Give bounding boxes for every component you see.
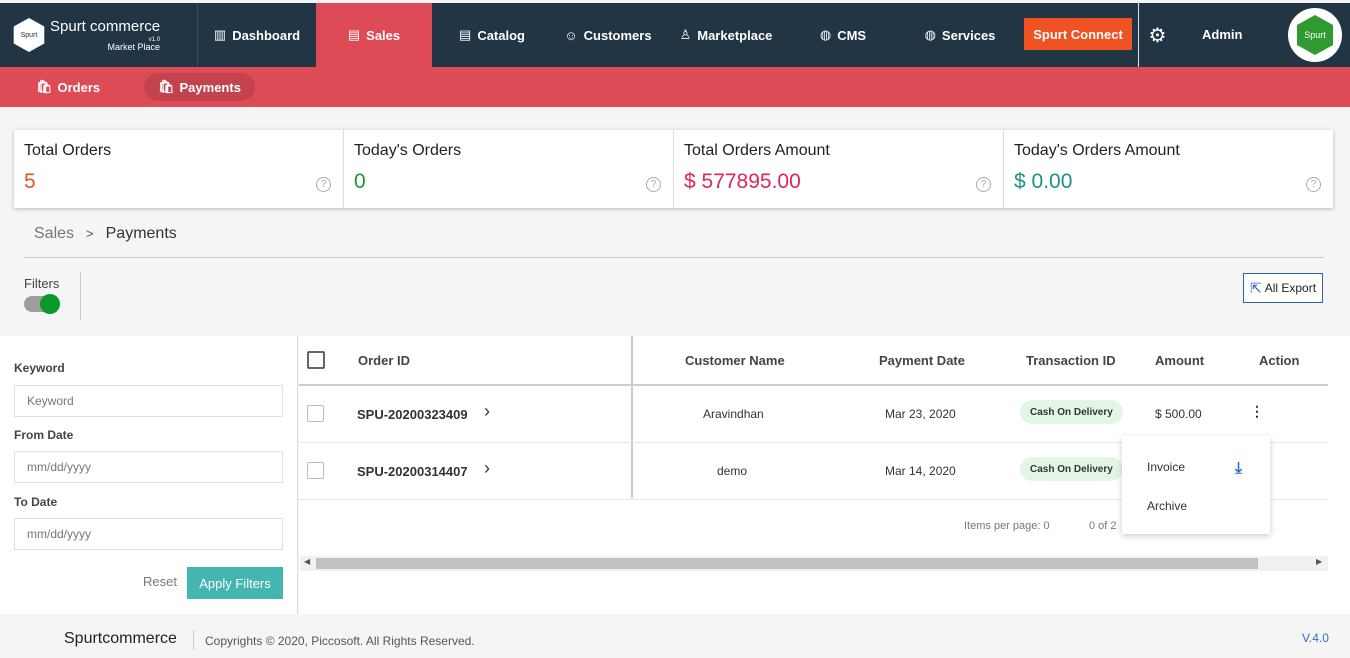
col-payment-date[interactable]: Payment Date [879, 353, 965, 368]
brand-logo[interactable]: Spurt Spurt commerce v1.0 Market Place [0, 3, 198, 67]
breadcrumb-current: Payments [105, 225, 177, 242]
version: V.4.0 [1302, 631, 1329, 645]
table-header: Order ID Customer Name Payment Date Tran… [299, 336, 1328, 386]
admin-menu[interactable]: Admin [1202, 27, 1242, 42]
nav-cms[interactable]: ◍ CMS [788, 3, 898, 67]
divider [193, 630, 194, 650]
select-all-checkbox[interactable] [307, 351, 325, 369]
breadcrumb-separator: > [86, 226, 94, 241]
clipboard-icon: ▤ [347, 27, 361, 42]
filters-label: Filters [24, 276, 60, 291]
chevron-right-icon[interactable]: › [484, 458, 490, 479]
menu-item-invoice[interactable]: Invoice [1147, 460, 1185, 474]
chart-icon: ▥ [213, 27, 227, 42]
transaction-badge: Cash On Delivery [1020, 457, 1123, 481]
scroll-left-icon[interactable]: ◀ [304, 557, 310, 566]
customers-icon: ☺ [564, 27, 578, 43]
customer-name: demo [717, 464, 748, 478]
keyword-label: Keyword [14, 361, 65, 375]
stat-value: $ 577895.00 [684, 170, 801, 193]
filters-toggle[interactable] [24, 294, 60, 314]
stat-todays-orders: Today's Orders 0 ? [344, 130, 674, 208]
transaction-badge: Cash On Delivery [1020, 400, 1123, 424]
avatar[interactable]: Spurt [1288, 8, 1342, 62]
breadcrumb-sales[interactable]: Sales [34, 225, 74, 242]
items-per-page[interactable]: Items per page: 0 [964, 520, 1050, 532]
filter-sidebar: Keyword From Date To Date Reset Apply Fi… [0, 336, 298, 614]
export-icon: ⇱ [1249, 279, 1262, 296]
nav-catalog[interactable]: ▤ Catalog [432, 3, 552, 67]
stats-panel: Total Orders 5 ? Today's Orders 0 ? Tota… [14, 130, 1333, 208]
stat-total-amount: Total Orders Amount $ 577895.00 ? [674, 130, 1004, 208]
customer-name: Aravindhan [703, 407, 764, 421]
footer: Spurtcommerce Copyrights © 2020, Piccoso… [0, 614, 1350, 658]
scroll-right-icon[interactable]: ▶ [1316, 557, 1322, 566]
row-checkbox[interactable] [307, 405, 324, 422]
divider [24, 257, 1324, 258]
nav-dashboard[interactable]: ▥ Dashboard [198, 3, 316, 67]
copyright: Copyrights © 2020, Piccosoft. All Rights… [205, 634, 475, 648]
sub-navbar: 🛍 Orders 🛍 Payments [0, 67, 1350, 107]
subnav-orders[interactable]: 🛍 Orders [22, 73, 114, 101]
more-vert-icon[interactable]: ⋮ [1250, 403, 1264, 420]
nav-sales[interactable]: ▤ Sales [316, 3, 432, 67]
all-export-button[interactable]: ⇱ All Export [1243, 273, 1323, 303]
row-checkbox[interactable] [307, 462, 324, 479]
bag-icon: 🛍 [158, 79, 175, 94]
nav-marketplace[interactable]: ♙ Marketplace [664, 3, 788, 67]
col-customer-name[interactable]: Customer Name [685, 353, 785, 368]
reset-button[interactable]: Reset [143, 574, 177, 589]
from-date-label: From Date [14, 428, 74, 442]
to-date-label: To Date [14, 495, 58, 509]
logo-mark: Spurt [13, 18, 45, 52]
breadcrumb: Sales > Payments [34, 225, 177, 243]
help-icon[interactable]: ? [1306, 177, 1321, 192]
page-range: 0 of 2 [1089, 520, 1117, 532]
help-icon[interactable]: ? [316, 177, 331, 192]
stat-value: $ 0.00 [1014, 170, 1073, 193]
gear-icon[interactable]: ⚙ [1138, 3, 1176, 67]
stat-value: 0 [354, 170, 366, 193]
help-icon[interactable]: ? [976, 177, 991, 192]
table-row: SPU-20200323409 › Aravindhan Mar 23, 202… [299, 387, 1328, 443]
stat-total-orders: Total Orders 5 ? [14, 130, 344, 208]
subnav-payments[interactable]: 🛍 Payments [144, 73, 255, 101]
stat-todays-amount: Today's Orders Amount $ 0.00 ? [1004, 130, 1333, 208]
order-id[interactable]: SPU-20200314407 [357, 464, 468, 479]
globe-icon: ◍ [819, 27, 832, 42]
horizontal-scrollbar[interactable]: ◀ ▶ [300, 556, 1328, 571]
footer-brand: Spurtcommerce [64, 630, 177, 647]
to-date-input[interactable] [14, 518, 283, 550]
nav-services[interactable]: ◍ Services [898, 3, 1022, 67]
download-icon[interactable]: ⤓ [1235, 460, 1242, 478]
from-date-input[interactable] [14, 451, 283, 483]
order-id[interactable]: SPU-20200323409 [357, 407, 468, 422]
payment-date: Mar 14, 2020 [885, 464, 956, 478]
globe-icon: ◍ [924, 27, 936, 42]
bag-icon: 🛍 [36, 79, 53, 94]
help-icon[interactable]: ? [646, 177, 661, 192]
nav-customers[interactable]: ☺ Customers [552, 3, 664, 67]
col-action: Action [1259, 353, 1300, 368]
apply-filters-button[interactable]: Apply Filters [187, 567, 283, 599]
scrollbar-thumb[interactable] [316, 558, 1258, 569]
col-amount[interactable]: Amount [1155, 353, 1204, 368]
action-menu: Invoice ⤓ Archive [1122, 436, 1270, 534]
amount: $ 500.00 [1155, 407, 1202, 421]
col-transaction-id[interactable]: Transaction ID [1026, 353, 1116, 368]
chevron-right-icon[interactable]: › [484, 401, 490, 422]
brand-sub: Market Place [107, 41, 161, 52]
col-order-id[interactable]: Order ID [358, 353, 410, 368]
payment-date: Mar 23, 2020 [885, 407, 956, 421]
toggle-knob [40, 294, 60, 314]
user-icon: ♙ [679, 27, 692, 42]
divider [80, 272, 81, 320]
menu-item-archive[interactable]: Archive [1147, 499, 1187, 513]
spurt-connect-button[interactable]: Spurt Connect [1024, 18, 1132, 50]
keyword-input[interactable] [14, 385, 283, 417]
top-navbar: Spurt Spurt commerce v1.0 Market Place ▥ D… [0, 3, 1350, 67]
stat-value: 5 [24, 170, 36, 193]
brand-name: Spurt commerce [50, 17, 161, 35]
catalog-icon: ▤ [459, 27, 472, 42]
